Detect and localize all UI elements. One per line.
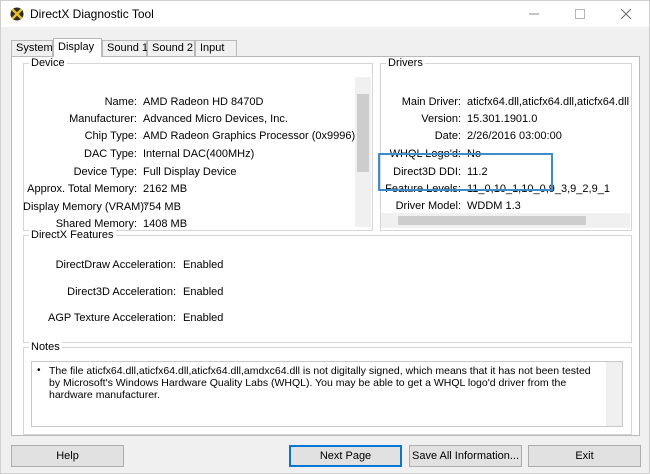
feature-value: Enabled	[183, 312, 224, 324]
highlight-annotation-box	[378, 153, 553, 191]
next-page-button[interactable]: Next Page	[289, 445, 402, 467]
bullet-icon: •	[37, 365, 41, 376]
title-bar[interactable]: DirectX Diagnostic Tool	[1, 1, 649, 27]
help-button[interactable]: Help	[11, 445, 124, 467]
device-label: Manufacturer:	[69, 113, 137, 125]
dxdiag-window: DirectX Diagnostic Tool System Display S…	[0, 0, 650, 474]
device-label: Approx. Total Memory:	[27, 183, 137, 195]
device-label: Name:	[104, 96, 137, 108]
close-button[interactable]	[603, 1, 649, 27]
maximize-button[interactable]	[557, 1, 603, 27]
feature-label: Direct3D Acceleration:	[67, 286, 176, 298]
driver-label: Date:	[434, 130, 461, 142]
device-scrollbar-thumb[interactable]	[357, 94, 369, 172]
device-label: Display Memory (VRAM):	[23, 201, 148, 213]
drivers-group-title: Drivers	[386, 57, 425, 69]
feature-value: Enabled	[183, 259, 224, 271]
device-value: AMD Radeon Graphics Processor (0x9996)	[143, 130, 356, 142]
device-value: Advanced Micro Devices, Inc.	[143, 113, 288, 125]
feature-label: DirectDraw Acceleration:	[55, 259, 176, 271]
device-label: DAC Type:	[84, 148, 137, 160]
notes-scrollbar[interactable]	[606, 362, 622, 426]
device-label: Chip Type:	[84, 130, 137, 142]
features-group-title: DirectX Features	[29, 229, 116, 241]
drivers-scrollbar-thumb[interactable]	[398, 216, 586, 225]
exit-button[interactable]: Exit	[528, 445, 641, 467]
driver-value: 2/26/2016 03:00:00	[467, 130, 562, 142]
tab-sound-2[interactable]: Sound 2	[147, 40, 195, 56]
device-group-title: Device	[29, 57, 67, 69]
device-value: Internal DAC(400MHz)	[143, 148, 255, 160]
driver-label: Version:	[421, 113, 461, 125]
window-title: DirectX Diagnostic Tool	[30, 7, 154, 21]
device-label: Device Type:	[73, 166, 137, 178]
drivers-rows: Main Driver: aticfx64.dll,aticfx64.dll,a…	[381, 89, 630, 213]
minimize-button[interactable]	[511, 1, 557, 27]
device-value: AMD Radeon HD 8470D	[143, 96, 264, 108]
tab-system[interactable]: System	[11, 40, 53, 56]
minimize-icon	[529, 13, 539, 15]
driver-label: Driver Model:	[395, 200, 461, 212]
device-value: 1408 MB	[143, 218, 188, 230]
save-all-information-button[interactable]: Save All Information...	[409, 445, 522, 467]
maximize-icon	[575, 9, 585, 19]
tab-sound-1[interactable]: Sound 1	[102, 40, 148, 56]
directx-app-icon	[10, 7, 24, 21]
close-icon	[621, 9, 631, 19]
notes-text: The file aticfx64.dll,aticfx64.dll,aticf…	[49, 365, 591, 401]
driver-value: 15.301.1901.0	[467, 113, 538, 125]
device-value: 754 MB	[143, 201, 181, 213]
driver-value: WDDM 1.3	[467, 200, 521, 212]
feature-value: Enabled	[183, 286, 224, 298]
tab-input[interactable]: Input	[195, 40, 237, 56]
device-value: 2162 MB	[143, 183, 188, 195]
feature-label: AGP Texture Acceleration:	[48, 312, 176, 324]
device-value: Full Display Device	[143, 166, 237, 178]
notes-group-title: Notes	[29, 341, 62, 353]
driver-value: aticfx64.dll,aticfx64.dll,aticfx64.dll,a…	[467, 96, 630, 108]
driver-label: Main Driver:	[401, 96, 461, 108]
tab-display[interactable]: Display	[53, 38, 102, 57]
